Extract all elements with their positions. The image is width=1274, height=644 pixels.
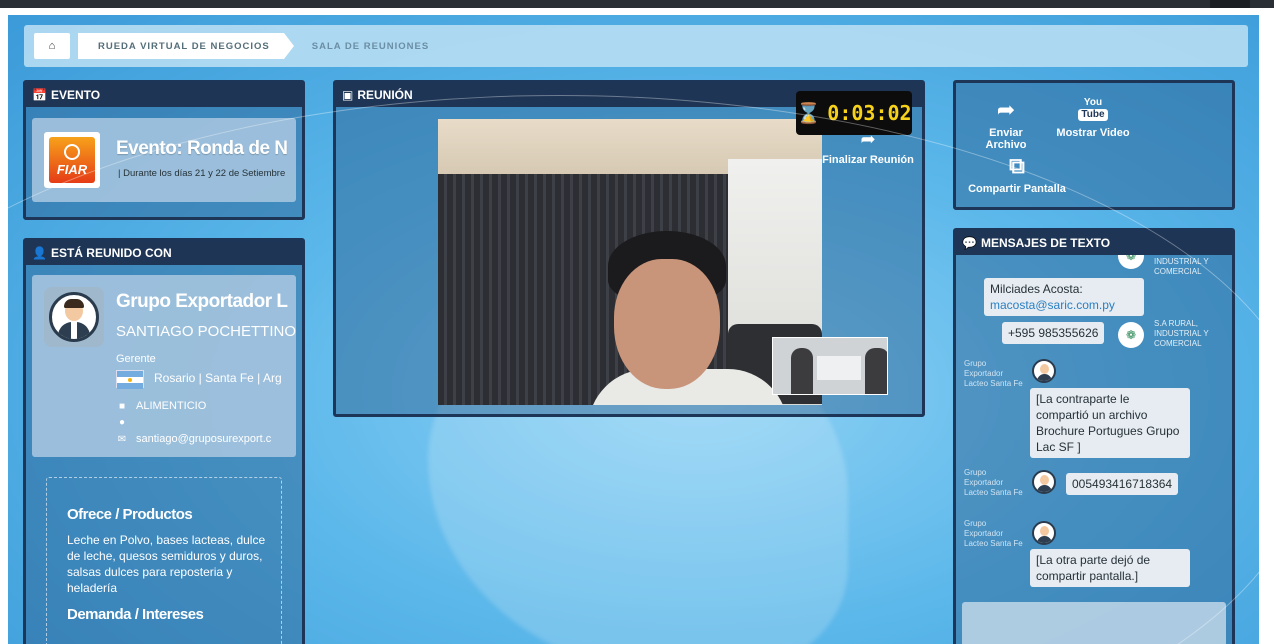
send-file-label: Enviar Archivo — [985, 127, 1027, 151]
contact-card: Grupo Exportador La SANTIAGO POCHETTINO … — [32, 275, 296, 457]
timer-value: 0:03:02 — [827, 101, 912, 125]
location: Rosario | Santa Fe | Arg — [154, 371, 282, 385]
breadcrumb: ⌂ RUEDA VIRTUAL DE NEGOCIOS SALA DE REUN… — [24, 25, 1248, 67]
sender-name: Grupo Exportador Lacteo Santa Fe — [964, 359, 1023, 388]
event-title: Evento: Ronda de Ne — [116, 138, 288, 159]
logo-text: FIAR — [56, 162, 88, 177]
share-screen-button[interactable]: ⧉ Compartir Pantalla — [968, 153, 1066, 195]
user-icon: 👤 — [32, 246, 47, 260]
email[interactable]: santiago@gruposurexport.c — [136, 433, 271, 445]
share-screen-label: Compartir Pantalla — [968, 183, 1066, 195]
home-icon: ⌂ — [48, 40, 56, 52]
argentina-flag-icon — [116, 370, 144, 389]
messages-list[interactable]: ❁ INDUSTRIAL Y COMERCIAL Milciades Acost… — [956, 255, 1232, 642]
send-file-button[interactable]: ➦ Enviar Archivo — [968, 97, 1044, 151]
message-bubble: 005493416718364 — [1066, 473, 1179, 495]
reunido-panel: 👤 ESTÁ REUNIDO CON Grupo Exportador La S… — [23, 238, 305, 644]
end-meeting-button[interactable]: ➦ Finalizar Reunión — [820, 129, 916, 166]
avatar — [1032, 359, 1056, 383]
message-text: +595 985355626 — [1008, 326, 1099, 340]
panel-title: REUNIÓN — [357, 88, 413, 102]
evento-panel: 📅 EVENTO FIAR Evento: Ronda de Ne | Dura… — [23, 80, 305, 220]
offer-text: Leche en Polvo, bases lacteas, dulce de … — [67, 533, 266, 595]
panel-title: MENSAJES DE TEXTO — [980, 236, 1111, 250]
offer-title: Ofrece / Productos — [67, 506, 193, 523]
company-logo-icon: ❁ — [1118, 322, 1144, 348]
person-name: SANTIAGO POCHETTINO — [116, 323, 297, 340]
remote-video — [438, 119, 822, 405]
sender-name: Grupo Exportador Lacteo Santa Fe — [964, 468, 1023, 497]
breadcrumb-label: SALA DE REUNIONES — [311, 40, 430, 52]
org-label: S.A RURAL, INDUSTRIAL Y COMERCIAL — [1154, 319, 1209, 348]
event-subtitle: | Durante los días 21 y 22 de Setiembre — [118, 168, 286, 179]
tools-panel: ➦ Enviar Archivo You Tube Mostrar Video ⧉… — [953, 80, 1235, 210]
envelope-icon: ✉ — [117, 433, 127, 445]
messages-panel: 💬 MENSAJES DE TEXTO ❁ INDUSTRIAL Y COMER… — [953, 228, 1235, 644]
sender-name: Grupo Exportador Lacteo Santa Fe — [964, 519, 1023, 548]
avatar — [44, 287, 104, 347]
share-file-icon: ➦ — [996, 97, 1016, 122]
breadcrumb-label: RUEDA VIRTUAL DE NEGOCIOS — [98, 40, 270, 52]
message-text: [La otra parte dejó de compartir pantall… — [1036, 553, 1151, 583]
local-video-preview — [772, 337, 888, 395]
breadcrumb-home[interactable]: ⌂ — [34, 33, 70, 59]
globe-icon: ● — [118, 417, 126, 428]
email-line[interactable]: ✉ santiago@gruposurexport.c — [116, 433, 288, 445]
fiar-logo: FIAR — [44, 132, 100, 188]
reunion-panel: ▣ REUNIÓN ⌛ 0:03:02 ➦ Finalizar Reunión — [333, 80, 925, 417]
video-camera-icon: ▣ — [342, 88, 354, 102]
sector: ALIMENTICIO — [136, 400, 207, 412]
sector-line: ■ ALIMENTICIO — [116, 400, 288, 412]
breadcrumb-item-sala: SALA DE REUNIONES — [292, 33, 443, 59]
message-text: 005493416718364 — [1072, 477, 1173, 491]
exit-icon: ➦ — [860, 129, 876, 149]
message-bubble: [La otra parte dejó de compartir pantall… — [1030, 549, 1190, 587]
panel-title: EVENTO — [50, 88, 101, 102]
evento-card: FIAR Evento: Ronda de Ne | Durante los d… — [32, 118, 296, 202]
show-video-label: Mostrar Video — [1056, 127, 1130, 139]
ball-icon — [64, 144, 80, 160]
avatar — [1032, 470, 1056, 494]
globe-line: ● — [116, 417, 288, 428]
panel-title: ESTÁ REUNIDO CON — [50, 246, 172, 260]
company-name: Grupo Exportador La — [116, 291, 288, 312]
demand-title: Demanda / Intereses — [67, 606, 204, 623]
evento-header: 📅 EVENTO — [26, 83, 302, 107]
message-bubble: Milciades Acosta: macosta@saric.com.py — [984, 278, 1144, 316]
show-video-button[interactable]: You Tube Mostrar Video — [1054, 97, 1132, 140]
message-text: [La contraparte le compartió un archivo … — [1036, 392, 1180, 454]
messages-header: 💬 MENSAJES DE TEXTO — [956, 231, 1232, 255]
calendar-icon: 📅 — [32, 88, 47, 102]
copy-windows-icon: ⧉ — [1009, 153, 1025, 178]
avatar — [1032, 521, 1056, 545]
top-bar-button[interactable] — [1210, 0, 1250, 8]
company-logo-icon: ❁ — [1118, 255, 1144, 269]
world-map-background: ⌂ RUEDA VIRTUAL DE NEGOCIOS SALA DE REUN… — [8, 15, 1259, 644]
message-bubble: [La contraparte le compartió un archivo … — [1030, 388, 1190, 458]
message-bubble: +595 985355626 — [1002, 322, 1105, 344]
chat-bubbles-icon: 💬 — [962, 236, 977, 250]
browser-top-bar — [0, 0, 1274, 8]
org-label: INDUSTRIAL Y COMERCIAL — [1154, 257, 1209, 276]
breadcrumb-item-rueda[interactable]: RUEDA VIRTUAL DE NEGOCIOS — [78, 33, 294, 59]
person-role: Gerente — [116, 353, 156, 365]
briefcase-icon: ■ — [118, 400, 126, 412]
end-meeting-label: Finalizar Reunión — [822, 154, 914, 166]
reunido-header: 👤 ESTÁ REUNIDO CON — [26, 241, 302, 265]
youtube-icon: You Tube — [1054, 97, 1132, 123]
email-link[interactable]: macosta@saric.com.py — [990, 298, 1115, 312]
offer-box: Ofrece / Productos Leche en Polvo, bases… — [46, 477, 282, 644]
message-text: Milciades Acosta: — [990, 282, 1083, 296]
hourglass-icon: ⌛ — [796, 101, 822, 125]
message-input[interactable] — [962, 602, 1226, 644]
